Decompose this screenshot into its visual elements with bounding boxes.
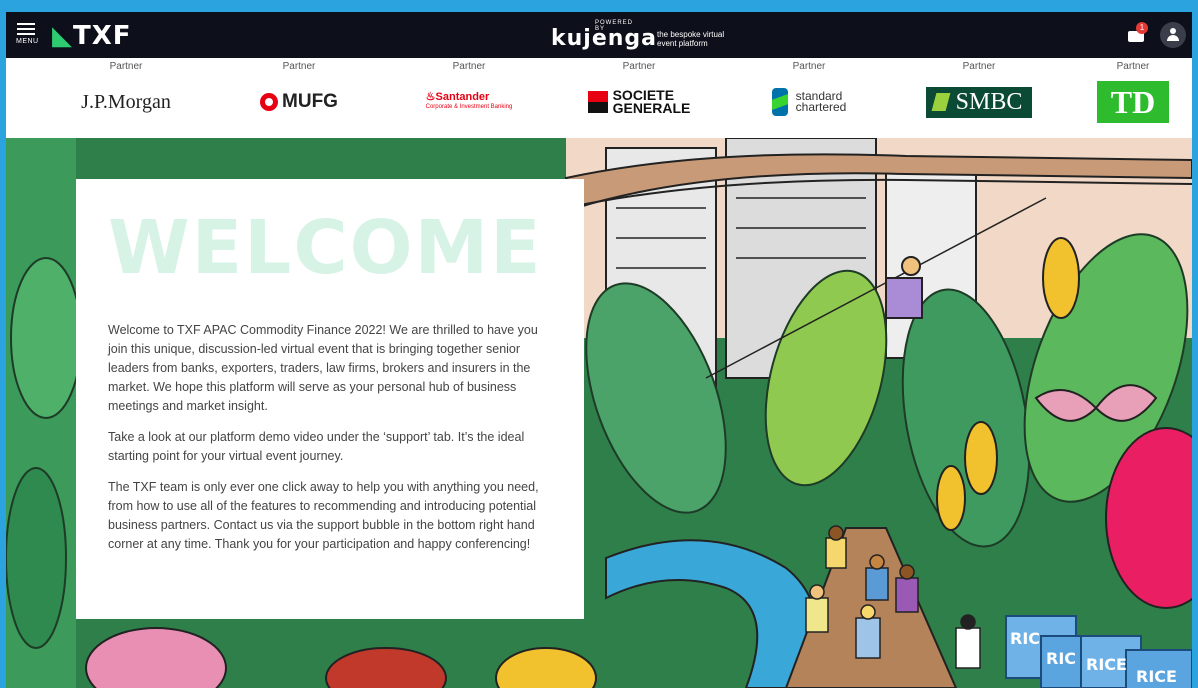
mufg-ring-icon (260, 93, 279, 111)
rice-label: RIC (1010, 629, 1040, 648)
mufg-logo-text: MUFG (282, 91, 338, 112)
user-icon (1170, 28, 1176, 34)
partner-label: Partner (622, 61, 656, 72)
standard-chartered-icon (771, 88, 788, 116)
sc-line2: chartered (795, 100, 847, 114)
smbc-logo-text: SMBC (955, 88, 1023, 115)
partner-td[interactable]: Partner TD (1074, 58, 1192, 138)
sg-square-icon (587, 91, 608, 113)
partner-santander[interactable]: Partner ♨Santander Corporate & Investment… (394, 58, 544, 138)
welcome-paragraph-3: The TXF team is only ever one click away… (108, 480, 539, 551)
partner-label: Partner (792, 61, 826, 72)
welcome-card: WELCOME Welcome to TXF APAC Commodity Fi… (76, 179, 584, 619)
kujenga-tagline: the bespoke virtual event platform (657, 30, 725, 48)
partner-label: Partner (1116, 61, 1150, 72)
hamburger-icon-bar (17, 33, 35, 35)
welcome-title: WELCOME (108, 205, 543, 291)
td-logo-text: TD (1097, 81, 1169, 123)
mufg-logo: MUFG (224, 84, 374, 120)
partner-label: Partner (282, 61, 316, 72)
partner-mufg[interactable]: Partner MUFG (224, 58, 374, 138)
rice-label: RICE (1136, 667, 1177, 686)
menu-button[interactable]: MENU (16, 20, 46, 52)
santander-logo: ♨Santander Corporate & Investment Banking (394, 84, 544, 120)
smbc-leaf-icon (931, 93, 951, 111)
menu-label: MENU (16, 38, 39, 45)
hamburger-icon (17, 23, 35, 25)
partner-jpmorgan[interactable]: Partner J.P.Morgan (51, 58, 201, 138)
hamburger-icon-bar (17, 28, 35, 30)
sg-line2: GENERALE (612, 100, 691, 116)
partner-societe-generale[interactable]: Partner SOCIETE GENERALE (564, 58, 714, 138)
notification-badge: 1 (1136, 22, 1148, 34)
user-icon-body (1167, 35, 1179, 41)
app-frame: MENU ◣TXF POWERED BY kujenga the bespoke… (6, 12, 1192, 688)
txf-logo-text: TXF (73, 21, 132, 51)
partner-label: Partner (962, 61, 996, 72)
societe-generale-logo: SOCIETE GENERALE (564, 84, 714, 120)
txf-logo[interactable]: ◣TXF (52, 21, 132, 51)
jpmorgan-logo: J.P.Morgan (51, 84, 201, 120)
partner-strip: Partner J.P.Morgan Partner MUFG Partner … (6, 58, 1192, 138)
kujenga-wordmark: kujenga (551, 26, 658, 51)
rice-label: RIC (1046, 649, 1076, 668)
santander-sub-text: Corporate & Investment Banking (425, 104, 513, 110)
txf-arrow-icon: ◣ (52, 21, 73, 51)
top-bar: MENU ◣TXF POWERED BY kujenga the bespoke… (6, 12, 1192, 58)
welcome-paragraph-1: Welcome to TXF APAC Commodity Finance 20… (108, 323, 538, 413)
partner-smbc[interactable]: Partner SMBC (904, 58, 1054, 138)
rice-label: RICE (1086, 655, 1127, 674)
smbc-logo: SMBC (904, 84, 1054, 120)
notifications-button[interactable]: 1 (1128, 22, 1148, 44)
standard-chartered-logo: standard chartered (734, 84, 884, 120)
partner-standard-chartered[interactable]: Partner standard chartered (734, 58, 884, 138)
jpmorgan-logo-text: J.P.Morgan (81, 90, 171, 113)
welcome-paragraph-2: Take a look at our platform demo video u… (108, 430, 525, 463)
user-profile-button[interactable] (1160, 22, 1186, 48)
partner-label: Partner (109, 61, 143, 72)
td-logo: TD (1074, 81, 1192, 123)
partner-label: Partner (452, 61, 486, 72)
